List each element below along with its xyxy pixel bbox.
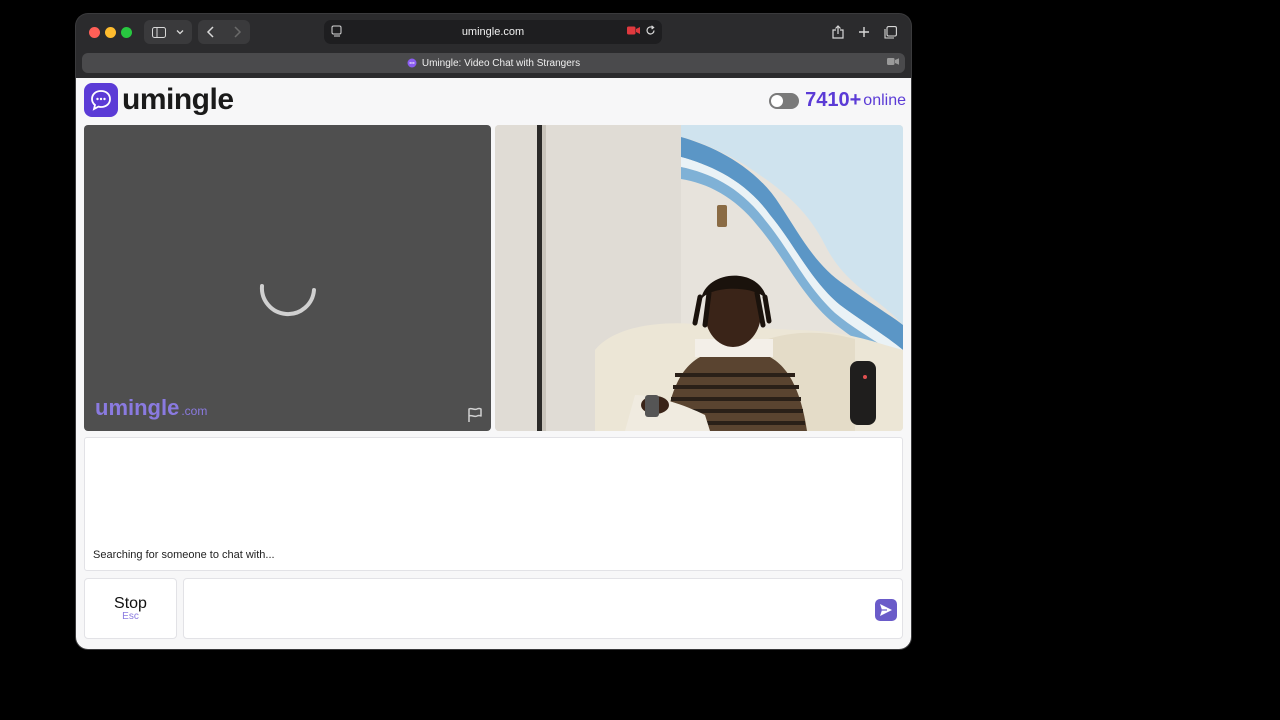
camera-feed-image bbox=[495, 125, 903, 431]
tab-overview-icon bbox=[883, 25, 897, 39]
stranger-video: umingle .com bbox=[84, 125, 491, 431]
online-indicator: 7410+ online bbox=[769, 89, 906, 112]
self-camera-video bbox=[495, 125, 903, 431]
page-content: umingle 7410+ online umingle .com Search… bbox=[76, 78, 911, 649]
online-count: 7410+ bbox=[805, 89, 862, 111]
chevron-down-icon bbox=[176, 30, 183, 35]
share-button[interactable] bbox=[826, 20, 850, 44]
stop-button[interactable]: Stop Esc bbox=[84, 578, 177, 639]
status-text: Searching for someone to chat with... bbox=[93, 549, 275, 561]
watermark-main: umingle bbox=[95, 395, 180, 420]
tab-active[interactable]: Umingle: Video Chat with Strangers bbox=[82, 53, 905, 73]
browser-window: umingle.com Umingle: Video Chat with Str… bbox=[76, 14, 911, 649]
reader-icon bbox=[331, 25, 342, 37]
chat-log: Searching for someone to chat with... bbox=[84, 437, 903, 571]
tab-overview-button[interactable] bbox=[878, 20, 902, 44]
chat-bubble-icon bbox=[84, 83, 118, 117]
chevron-right-icon bbox=[234, 26, 242, 38]
site-logo[interactable]: umingle bbox=[84, 83, 234, 117]
send-icon bbox=[880, 604, 892, 616]
browser-toolbar: umingle.com bbox=[76, 14, 911, 50]
online-label: online bbox=[863, 91, 906, 109]
send-button[interactable] bbox=[875, 599, 897, 621]
sidebar-toggle-button[interactable] bbox=[144, 20, 192, 44]
tab-title: Umingle: Video Chat with Strangers bbox=[421, 57, 581, 69]
toggle-knob bbox=[771, 94, 784, 107]
reload-icon[interactable] bbox=[645, 25, 656, 36]
report-flag-icon[interactable] bbox=[467, 407, 483, 423]
address-bar[interactable]: umingle.com bbox=[324, 20, 662, 44]
navigation-buttons bbox=[198, 20, 250, 44]
forward-button[interactable] bbox=[224, 20, 250, 44]
url-text: umingle.com bbox=[461, 26, 525, 38]
logo-text: umingle bbox=[122, 83, 234, 116]
plus-icon bbox=[859, 27, 869, 37]
message-input[interactable] bbox=[192, 597, 862, 621]
tab-camera-icon[interactable] bbox=[887, 57, 899, 66]
umingle-favicon-icon bbox=[407, 58, 417, 68]
back-button[interactable] bbox=[198, 20, 224, 44]
share-icon bbox=[832, 25, 844, 39]
stop-shortcut-key: Esc bbox=[122, 611, 139, 622]
loading-spinner-icon bbox=[259, 284, 316, 316]
zoom-window-button[interactable] bbox=[121, 27, 132, 38]
message-box bbox=[183, 578, 903, 639]
minimize-window-button[interactable] bbox=[105, 27, 116, 38]
camera-recording-icon[interactable] bbox=[627, 26, 640, 35]
chevron-left-icon bbox=[206, 26, 214, 38]
new-tab-button[interactable] bbox=[852, 20, 876, 44]
close-window-button[interactable] bbox=[89, 27, 100, 38]
video-watermark: umingle .com bbox=[95, 395, 207, 421]
theme-toggle[interactable] bbox=[769, 92, 800, 109]
stop-label: Stop bbox=[114, 595, 147, 612]
sidebar-icon bbox=[151, 26, 166, 38]
watermark-suffix: .com bbox=[181, 404, 208, 418]
